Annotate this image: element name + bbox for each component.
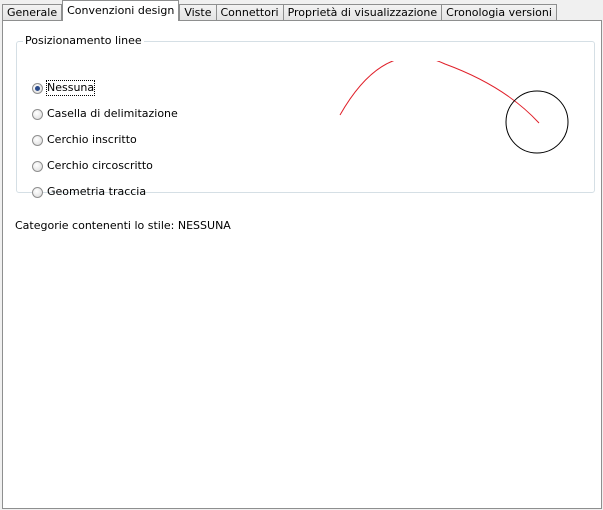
radio-indicator[interactable]	[32, 82, 43, 94]
tab-connettori[interactable]: Connettori	[215, 4, 284, 21]
radio-indicator[interactable]	[32, 108, 43, 120]
tab-proprieta-visualizzazione[interactable]: Proprietà di visualizzazione	[282, 4, 443, 21]
radio-label: Nessuna	[45, 80, 96, 96]
group-title: Posizionamento linee	[23, 34, 144, 48]
radio-label: Cerchio inscritto	[47, 133, 137, 146]
radio-label: Cerchio circoscritto	[47, 159, 153, 172]
tab-generale[interactable]: Generale	[2, 4, 63, 21]
radio-indicator[interactable]	[32, 186, 43, 198]
radio-label: Casella di delimitazione	[47, 107, 178, 120]
preview-arc	[339, 61, 540, 124]
line-positioning-preview	[339, 61, 569, 154]
radio-indicator[interactable]	[32, 134, 43, 146]
tab-convenzioni-design[interactable]: Convenzioni design	[62, 0, 180, 21]
tab-strip: Generale Convenzioni design Viste Connet…	[2, 0, 557, 21]
tab-cronologia-versioni[interactable]: Cronologia versioni	[441, 4, 557, 21]
radio-cerchio-circoscritto[interactable]: Cerchio circoscritto	[32, 158, 153, 174]
tab-viste[interactable]: Viste	[179, 4, 217, 21]
preview-circle	[505, 90, 569, 154]
radio-geometria-traccia[interactable]: Geometria traccia	[32, 184, 146, 200]
tab-panel: Posizionamento linee Nessuna Casella di …	[2, 20, 602, 509]
radio-nessuna[interactable]: Nessuna	[32, 80, 96, 96]
radio-label: Geometria traccia	[47, 185, 147, 198]
radio-casella-delimitazione[interactable]: Casella di delimitazione	[32, 106, 178, 122]
radio-cerchio-inscritto[interactable]: Cerchio inscritto	[32, 132, 137, 148]
radio-indicator[interactable]	[32, 160, 43, 172]
status-text: Categorie contenenti lo stile: NESSUNA	[15, 219, 231, 232]
